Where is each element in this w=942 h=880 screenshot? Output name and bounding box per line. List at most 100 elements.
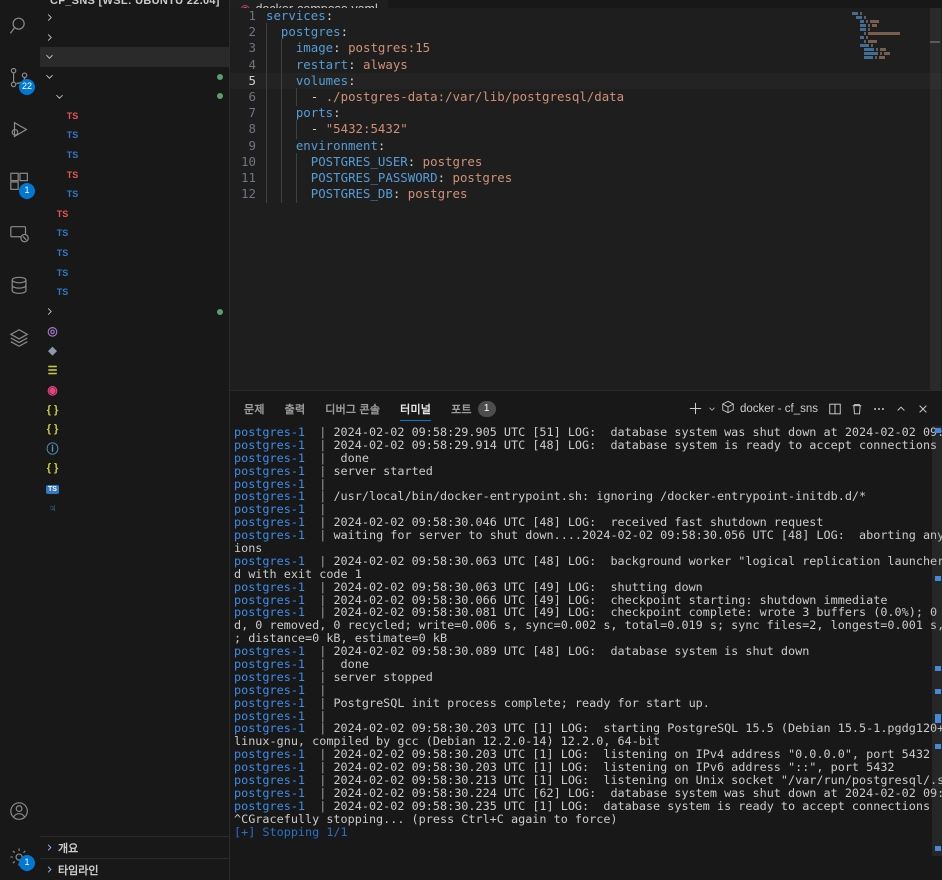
tree-item--gitignore[interactable]: ◆ — [40, 341, 229, 361]
tree-item-posts-service-ts[interactable]: TS — [40, 184, 229, 204]
editor-scrollbar-thumb[interactable] — [930, 8, 941, 390]
panel-tab-1[interactable]: 출력 — [275, 391, 316, 426]
minimap-line — [850, 56, 924, 59]
indent-guide — [280, 168, 296, 188]
terminal-separator: | — [305, 695, 334, 710]
tree-item-package-json[interactable]: { } — [40, 419, 229, 439]
outline-label: 개요 — [58, 842, 79, 855]
chevron-down-icon[interactable] — [44, 51, 55, 62]
panel-tab-0[interactable]: 문제 — [234, 391, 275, 426]
tree-item--eslintrc-js[interactable]: ◎ — [40, 322, 229, 342]
tree-item-posts-controller-spec-ts[interactable]: TS — [40, 106, 229, 126]
panel-tab-3[interactable]: 터미널 — [390, 391, 441, 426]
tree-item-src[interactable] — [40, 67, 229, 87]
terminal-message: 2024-02-02 09:58:30.213 UTC [1] LOG: lis… — [333, 773, 942, 788]
terminal-service-prefix: postgres-1 — [234, 528, 306, 543]
tree-item-posts-service-spec-ts[interactable]: TS — [40, 165, 229, 185]
chevron-down-icon[interactable] — [44, 71, 55, 82]
chevron-down-icon[interactable] — [705, 398, 719, 420]
terminal-selector[interactable]: docker - cf_sns — [719, 400, 824, 417]
source-control-icon[interactable]: 22 — [0, 52, 40, 104]
bottom-panel: 문제 출력 디버그 콘솔 터미널 포트 1 docker - cf_sns po… — [230, 390, 942, 880]
tree-item-posts[interactable] — [40, 86, 229, 106]
chevron-down-icon[interactable] — [54, 91, 65, 102]
tree-item-docker-compose-yaml[interactable]: ◉ — [40, 380, 229, 400]
terminal-message: 2024-02-02 09:58:30.063 UTC [48] LOG: ba… — [333, 553, 942, 568]
more-actions-icon[interactable] — [868, 398, 890, 420]
trash-icon[interactable] — [846, 398, 868, 420]
account-icon[interactable] — [0, 788, 40, 836]
chevron-right-icon[interactable] — [44, 306, 55, 317]
terminal-scrollbar-thumb[interactable] — [932, 426, 942, 856]
close-icon[interactable] — [912, 398, 934, 420]
code-line: 1 services: — [230, 8, 942, 24]
panel-tab-4[interactable]: 포트 1 — [441, 391, 506, 426]
code-text: volumes: — [266, 71, 942, 91]
code-text: environment: — [266, 136, 942, 155]
explorer-title: CF_SNS [WSL: UBUNTU 22.04] — [40, 0, 229, 8]
panel-tab-2[interactable]: 디버그 콘솔 — [315, 391, 390, 426]
chevron-right-icon — [44, 842, 55, 853]
terminal-separator: | — [305, 721, 334, 736]
chevron-right-icon[interactable] — [44, 32, 55, 43]
terminal-service-prefix: postgres-1 — [234, 592, 306, 607]
tree-item-yarn-lock[interactable]: ♃ — [40, 498, 229, 518]
line-number: 1 — [248, 8, 256, 23]
sidebar-item-outline[interactable]: 개요 — [40, 836, 229, 858]
layers-icon[interactable] — [0, 312, 40, 364]
settings-gear-icon[interactable]: 1 — [0, 836, 40, 880]
line-number: 2 — [248, 24, 256, 40]
indent-guide — [295, 185, 311, 204]
terminal-service-prefix: postgres-1 — [234, 489, 306, 504]
terminal-service-prefix: postgres-1 — [234, 747, 306, 762]
editor-overview-mark — [930, 41, 940, 43]
remote-explorer-icon[interactable] — [0, 208, 40, 260]
tree-item-app-service-ts[interactable]: TS — [40, 263, 229, 283]
run-and-debug-icon[interactable] — [0, 104, 40, 156]
terminal-message: PostgreSQL init process complete; ready … — [333, 695, 710, 710]
terminal-service-prefix: postgres-1 — [234, 773, 306, 788]
tab-docker-compose-yaml[interactable]: ◉ docker-compose.yaml — [230, 0, 388, 8]
chevron-right-icon[interactable] — [44, 12, 55, 23]
chevron-up-icon[interactable] — [890, 398, 912, 420]
tree-item-readme-md[interactable]: ⓘ — [40, 439, 229, 459]
file-type-icon: TS — [66, 169, 79, 180]
tree-item-app-controller-spec-ts[interactable]: TS — [40, 204, 229, 224]
code-text: - ./postgres-data:/var/lib/postgresql/da… — [266, 87, 942, 107]
tree-item-postgres-data[interactable] — [40, 47, 229, 67]
terminal-message: 2024-02-02 09:58:30.203 UTC [1] LOG: lis… — [333, 760, 895, 775]
database-icon[interactable] — [0, 260, 40, 312]
tree-item-main-ts[interactable]: TS — [40, 282, 229, 302]
tree-item-tsconfig-build-json[interactable]: { } — [40, 459, 229, 479]
tree-item-app-module-ts[interactable]: TS — [40, 243, 229, 263]
indent-guide — [266, 185, 281, 204]
tree-item-tsconfig-json[interactable]: TS — [40, 478, 229, 498]
tree-item-posts-controller-ts[interactable]: TS — [40, 126, 229, 146]
terminal-message: server started — [333, 463, 433, 478]
split-editor-icon[interactable] — [824, 398, 846, 420]
file-type-icon: TS — [66, 189, 79, 200]
code-editor[interactable]: 1 services: 2 postgres: 3 image: postgres:1… — [230, 8, 942, 390]
extensions-icon[interactable]: 1 — [0, 156, 40, 208]
new-terminal-button[interactable] — [685, 398, 705, 420]
search-icon[interactable] — [0, 0, 40, 52]
sidebar-item-timeline[interactable]: 타임라인 — [40, 858, 229, 880]
code-token: : — [407, 153, 423, 169]
tree-item-posts-module-ts[interactable]: TS — [40, 145, 229, 165]
tree-item-app-controller-ts[interactable]: TS — [40, 224, 229, 244]
terminal-output[interactable]: postgres-1 | 2024-02-02 09:58:29.905 UTC… — [230, 426, 942, 880]
code-token: : — [437, 169, 453, 185]
tree-item-nest-cli-json[interactable]: { } — [40, 400, 229, 420]
panel-actions: docker - cf_sns — [685, 398, 934, 420]
tree-item-dist[interactable] — [40, 8, 229, 28]
tree-item-node-modules[interactable] — [40, 28, 229, 48]
editor-scrollbar[interactable] — [928, 8, 942, 390]
code-token: services — [266, 8, 326, 23]
tree-item-test[interactable] — [40, 302, 229, 322]
minimap[interactable] — [850, 12, 924, 60]
minimap-line — [850, 40, 924, 43]
terminal-overview-ruler[interactable] — [928, 426, 942, 880]
panel-tab-label: 포트 — [451, 403, 472, 416]
tree-item--prettierrc[interactable]: ☰ — [40, 361, 229, 381]
indent-guide — [280, 136, 296, 155]
